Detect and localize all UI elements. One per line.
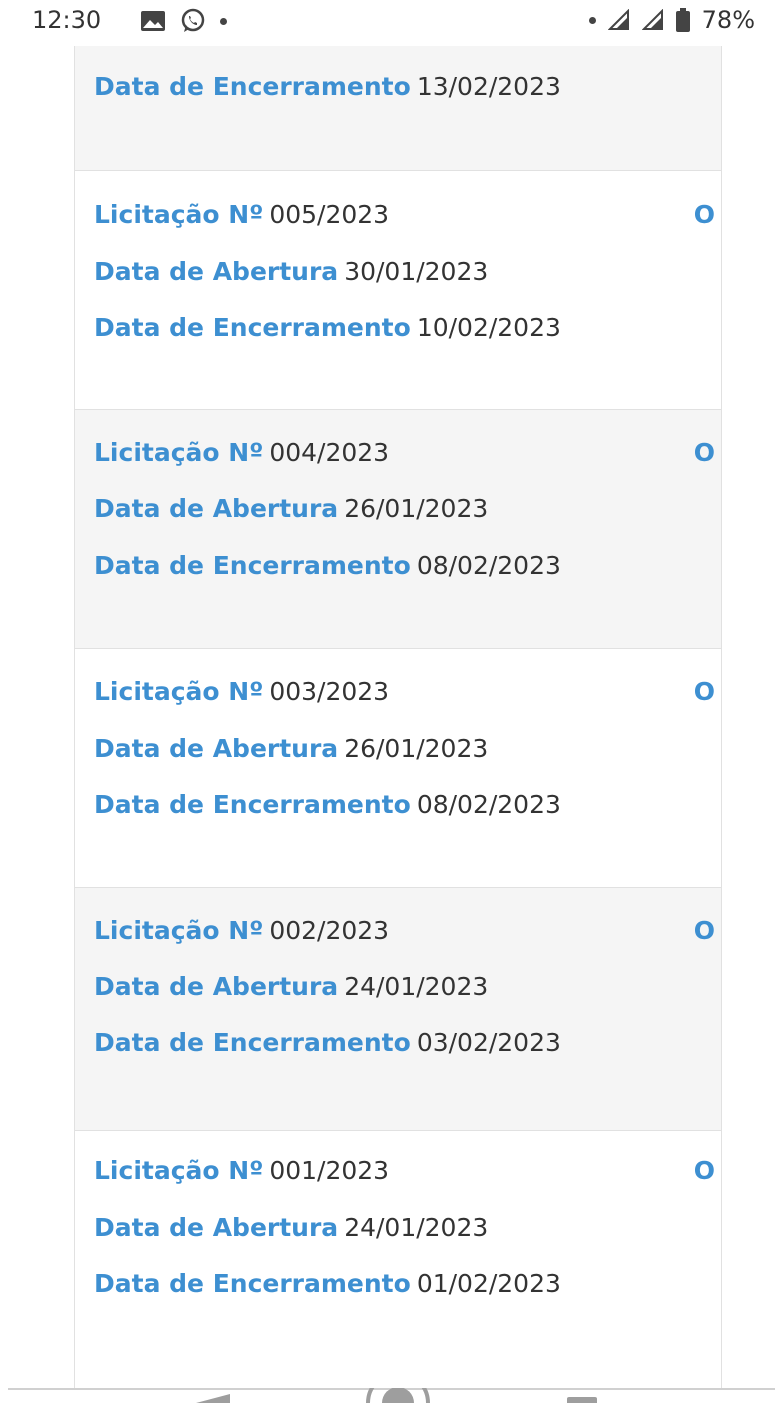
battery-level: 78% [701, 6, 755, 34]
licitacao-number: 005/2023 [269, 200, 390, 229]
licitacao-list: Data de Encerramento 13/02/2023 Licitação… [74, 46, 722, 1388]
list-item[interactable]: Licitação Nº 002/2023 O Data de Abertura 2… [75, 888, 721, 1131]
licitacao-label: Licitação Nº [94, 200, 264, 229]
licitacao-row: Licitação Nº 001/2023 [94, 1156, 389, 1186]
abertura-label: Data de Abertura [94, 257, 339, 286]
licitacao-number: 001/2023 [269, 1156, 390, 1185]
abertura-label: Data de Abertura [94, 1213, 339, 1242]
image-icon [141, 11, 165, 31]
encerramento-value: 03/02/2023 [416, 1028, 561, 1057]
licitacao-row: Licitação Nº 002/2023 [94, 916, 389, 946]
licitacao-number: 002/2023 [269, 916, 390, 945]
status-dot [588, 16, 596, 24]
list-item[interactable]: Data de Encerramento 13/02/2023 [75, 46, 721, 171]
encerramento-value: 08/02/2023 [416, 790, 561, 819]
licitacao-row: Licitação Nº 004/2023 [94, 438, 389, 468]
status-badge: O [693, 1156, 715, 1185]
list-item[interactable]: Licitação Nº 005/2023 O Data de Abertura 3… [75, 171, 721, 410]
licitacao-label: Licitação Nº [94, 677, 264, 706]
notification-dot [220, 17, 227, 25]
status-bar: 12:30 78% [0, 0, 775, 46]
licitacao-label: Licitação Nº [94, 438, 264, 467]
licitacao-label: Licitação Nº [94, 916, 264, 945]
licitacao-label: Licitação Nº [94, 1156, 264, 1185]
list-item[interactable]: Licitação Nº 004/2023 O Data de Abertura 2… [75, 410, 721, 649]
abertura-value: 24/01/2023 [344, 972, 489, 1001]
status-badge: O [693, 916, 715, 945]
encerramento-row: Data de Encerramento 10/02/2023 [94, 313, 561, 343]
status-time: 12:30 [32, 6, 102, 34]
encerramento-row: Data de Encerramento 01/02/2023 [94, 1269, 561, 1299]
abertura-row: Data de Abertura 26/01/2023 [94, 734, 488, 764]
back-icon[interactable] [196, 1394, 230, 1403]
status-badge: O [693, 438, 715, 467]
status-badge: O [693, 200, 715, 229]
list-item[interactable]: Licitação Nº 003/2023 O Data de Abertura 2… [75, 649, 721, 888]
encerramento-label: Data de Encerramento [94, 551, 411, 580]
abertura-row: Data de Abertura 30/01/2023 [94, 257, 488, 287]
abertura-label: Data de Abertura [94, 972, 339, 1001]
licitacao-number: 003/2023 [269, 677, 390, 706]
encerramento-row: Data de Encerramento 13/02/2023 [94, 72, 561, 102]
encerramento-row: Data de Encerramento 08/02/2023 [94, 790, 561, 820]
encerramento-label: Data de Encerramento [94, 72, 411, 101]
encerramento-label: Data de Encerramento [94, 313, 411, 342]
battery-icon [675, 8, 690, 32]
encerramento-value: 10/02/2023 [416, 313, 561, 342]
encerramento-label: Data de Encerramento [94, 790, 411, 819]
encerramento-row: Data de Encerramento 08/02/2023 [94, 551, 561, 581]
encerramento-value: 01/02/2023 [416, 1269, 561, 1298]
abertura-value: 24/01/2023 [344, 1213, 489, 1242]
licitacao-number: 004/2023 [269, 438, 390, 467]
abertura-row: Data de Abertura 26/01/2023 [94, 494, 488, 524]
abertura-label: Data de Abertura [94, 494, 339, 523]
signal-icon [607, 9, 629, 30]
encerramento-value: 13/02/2023 [416, 72, 561, 101]
signal-icon-2 [641, 9, 663, 30]
abertura-label: Data de Abertura [94, 734, 339, 763]
recent-apps-icon[interactable] [567, 1397, 597, 1403]
abertura-value: 30/01/2023 [344, 257, 489, 286]
encerramento-row: Data de Encerramento 03/02/2023 [94, 1028, 561, 1058]
abertura-row: Data de Abertura 24/01/2023 [94, 1213, 488, 1243]
home-icon[interactable] [366, 1388, 430, 1403]
encerramento-label: Data de Encerramento [94, 1028, 411, 1057]
licitacao-row: Licitação Nº 003/2023 [94, 677, 389, 707]
encerramento-label: Data de Encerramento [94, 1269, 411, 1298]
abertura-value: 26/01/2023 [344, 494, 489, 523]
abertura-row: Data de Abertura 24/01/2023 [94, 972, 488, 1002]
abertura-value: 26/01/2023 [344, 734, 489, 763]
status-badge: O [693, 677, 715, 706]
list-item[interactable]: Licitação Nº 001/2023 O Data de Abertura 2… [75, 1131, 721, 1388]
encerramento-value: 08/02/2023 [416, 551, 561, 580]
whatsapp-icon [181, 8, 205, 32]
licitacao-row: Licitação Nº 005/2023 [94, 200, 389, 230]
